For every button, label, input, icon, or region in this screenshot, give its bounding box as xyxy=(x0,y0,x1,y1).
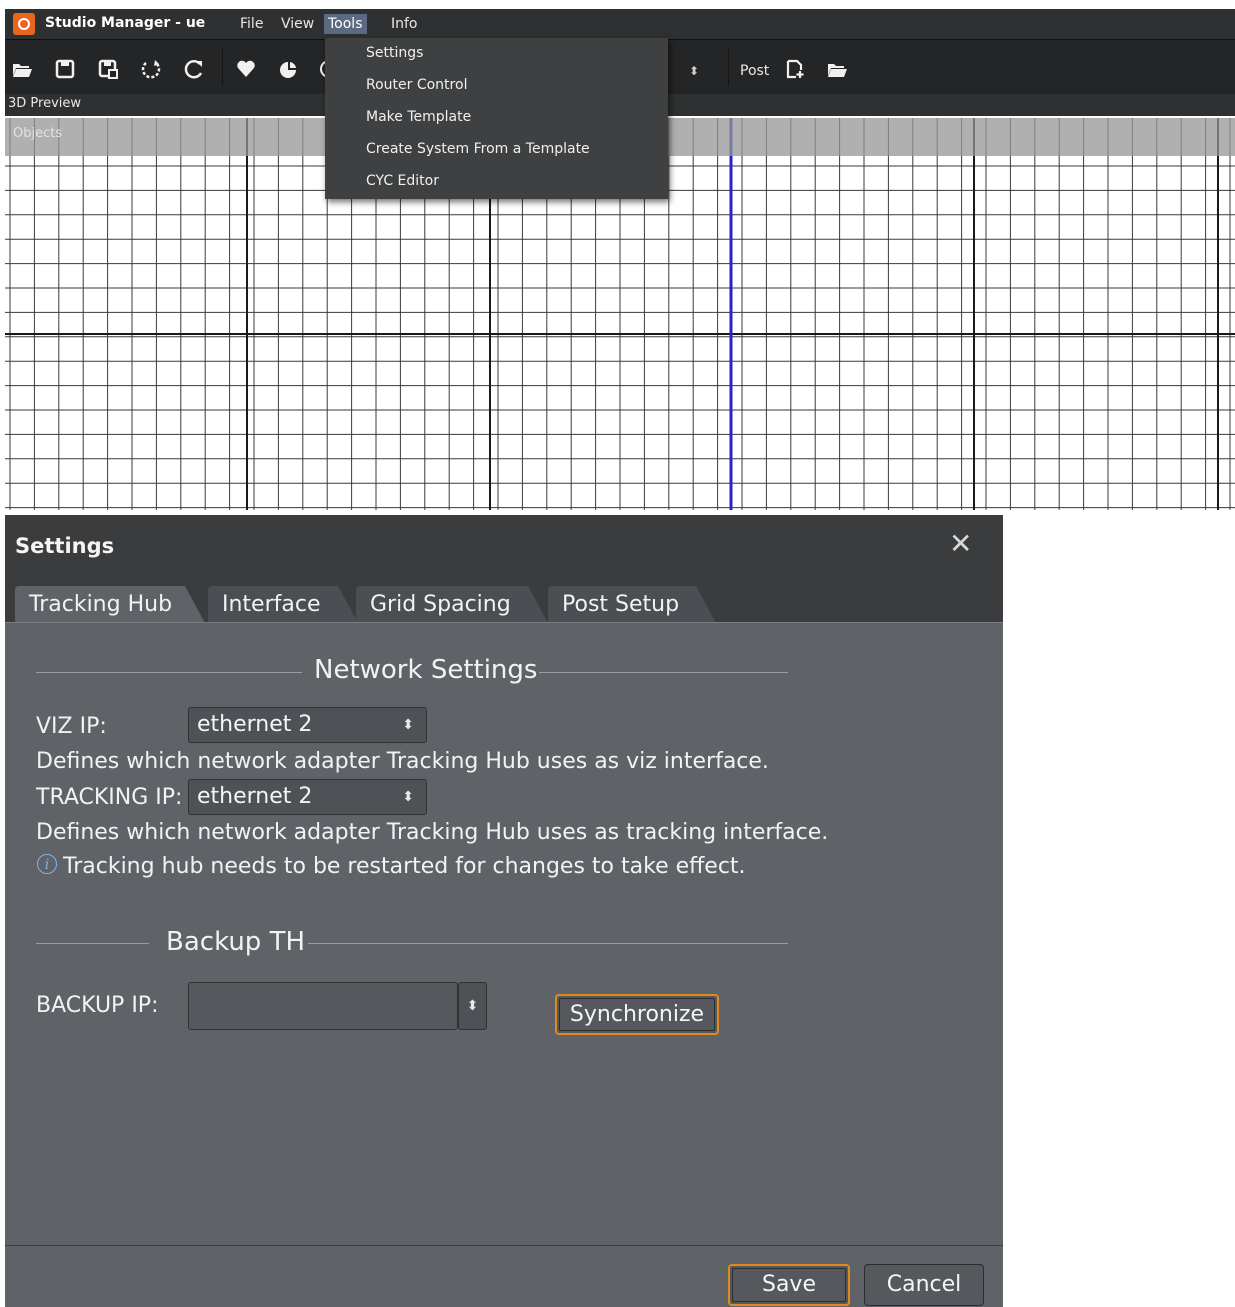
synchronize-label: Synchronize xyxy=(569,1002,705,1027)
viz-ip-description: Defines which network adapter Tracking H… xyxy=(36,749,769,774)
menu-item-create-system-from-template[interactable]: Create System From a Template xyxy=(366,141,590,157)
menu-item-settings[interactable]: Settings xyxy=(366,45,423,61)
section-divider xyxy=(539,672,788,673)
new-file-icon[interactable] xyxy=(784,58,806,80)
section-divider xyxy=(36,672,302,673)
dialog-footer: Save Cancel xyxy=(5,1245,1003,1307)
refresh-icon[interactable] xyxy=(183,58,205,80)
heart-icon[interactable] xyxy=(235,58,257,80)
app-title: Studio Manager - ue xyxy=(45,15,206,31)
tracking-ip-description: Defines which network adapter Tracking H… xyxy=(36,820,829,845)
menu-view[interactable]: View xyxy=(277,14,318,34)
cancel-button[interactable]: Cancel xyxy=(864,1264,984,1306)
preview-title: 3D Preview xyxy=(8,96,82,111)
save-label: Save xyxy=(761,1272,816,1297)
menu-tools[interactable]: Tools xyxy=(324,14,367,34)
menu-item-router-control[interactable]: Router Control xyxy=(366,77,467,93)
menu-info[interactable]: Info xyxy=(387,14,422,34)
save-as-icon[interactable] xyxy=(97,58,119,80)
select-arrows-icon: ⬍ xyxy=(402,789,414,805)
post-label: Post xyxy=(740,63,770,79)
backup-ip-spinner-icon[interactable]: ⬍ xyxy=(458,982,487,1030)
tracking-ip-select[interactable]: ethernet 2 ⬍ xyxy=(188,779,427,815)
toolbar-spinner-arrows-icon[interactable]: ⬍ xyxy=(689,64,699,78)
tab-content-border xyxy=(5,622,1003,623)
post-open-folder-icon[interactable] xyxy=(826,58,848,80)
save-button[interactable]: Save xyxy=(728,1264,850,1306)
section-divider xyxy=(308,943,788,944)
title-bar: Studio Manager - ue File View Tools Info xyxy=(5,9,1235,39)
tracking-ip-value: ethernet 2 xyxy=(197,784,313,809)
settings-dialog: Settings ✕ Tracking Hub Interface Grid S… xyxy=(5,515,1003,1307)
info-icon: i xyxy=(37,854,57,874)
app-logo-icon xyxy=(13,13,35,35)
menu-file[interactable]: File xyxy=(236,14,267,34)
tab-bar: Tracking Hub Interface Grid Spacing Post… xyxy=(5,579,1003,623)
backup-th-heading: Backup TH xyxy=(166,927,306,957)
dialog-title: Settings xyxy=(15,534,115,558)
undo-icon[interactable] xyxy=(140,58,162,80)
backup-ip-label: BACKUP IP: xyxy=(36,993,159,1018)
pie-icon[interactable] xyxy=(277,58,299,80)
synchronize-button[interactable]: Synchronize xyxy=(555,994,719,1035)
viz-ip-select[interactable]: ethernet 2 ⬍ xyxy=(188,707,427,743)
tab-tracking-hub[interactable]: Tracking Hub xyxy=(15,586,205,623)
close-icon[interactable]: ✕ xyxy=(949,527,972,560)
tab-grid-spacing[interactable]: Grid Spacing xyxy=(356,586,548,623)
menu-item-cyc-editor[interactable]: CYC Editor xyxy=(366,173,439,189)
open-folder-icon[interactable] xyxy=(11,58,33,80)
dialog-header: Settings ✕ xyxy=(5,515,1003,579)
toolbar-separator xyxy=(222,48,223,86)
save-icon[interactable] xyxy=(54,58,76,80)
backup-ip-input[interactable] xyxy=(188,982,458,1030)
menu-item-make-template[interactable]: Make Template xyxy=(366,109,471,125)
tracking-ip-label: TRACKING IP: xyxy=(36,785,183,810)
section-divider xyxy=(36,943,149,944)
select-arrows-icon: ⬍ xyxy=(402,717,414,733)
network-settings-heading: Network Settings xyxy=(314,655,538,685)
viz-ip-label: VIZ IP: xyxy=(36,714,107,739)
tools-dropdown-menu: Settings Router Control Make Template Cr… xyxy=(325,38,668,199)
restart-note: Tracking hub needs to be restarted for c… xyxy=(63,854,746,879)
viz-ip-value: ethernet 2 xyxy=(197,712,313,737)
tab-post-setup[interactable]: Post Setup xyxy=(548,586,716,623)
toolbar-separator xyxy=(728,48,729,86)
objects-label: Objects xyxy=(13,126,63,141)
tab-interface[interactable]: Interface xyxy=(208,586,358,623)
